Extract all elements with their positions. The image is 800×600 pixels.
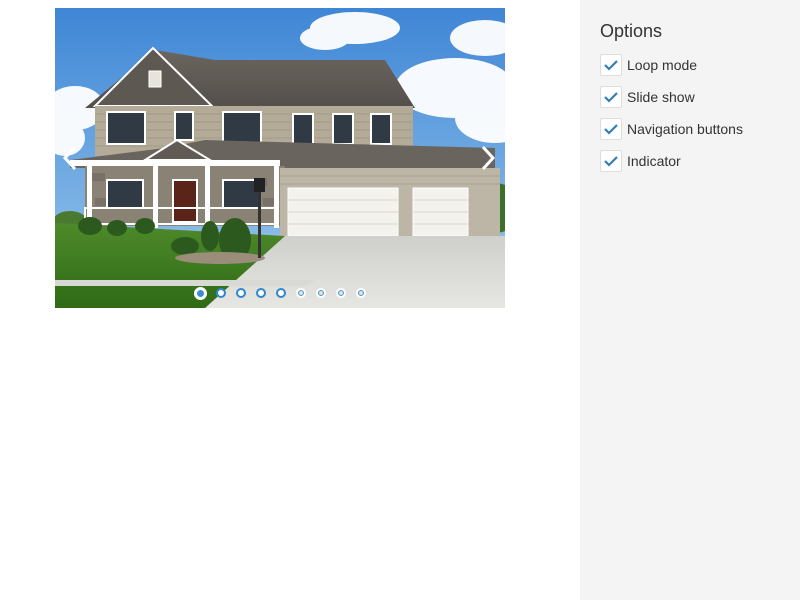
image-gallery[interactable]: [55, 8, 505, 308]
loop-mode-checkbox[interactable]: [600, 54, 622, 76]
next-button[interactable]: [473, 140, 503, 176]
house-photo: [55, 8, 505, 308]
slide-indicator: [194, 286, 376, 300]
option-loop-mode[interactable]: Loop mode: [600, 54, 697, 76]
options-panel: Options Loop mode Slide show Navigation …: [580, 0, 800, 600]
indicator-dot-4[interactable]: [256, 288, 266, 298]
indicator-checkbox[interactable]: [600, 150, 622, 172]
slide-show-checkbox[interactable]: [600, 86, 622, 108]
indicator-dot-2[interactable]: [216, 288, 226, 298]
indicator-dot-7[interactable]: [316, 288, 326, 298]
option-indicator[interactable]: Indicator: [600, 150, 681, 172]
checkmark-icon: [604, 124, 618, 135]
checkmark-icon: [604, 60, 618, 71]
indicator-dot-5[interactable]: [276, 288, 286, 298]
navigation-buttons-checkbox[interactable]: [600, 118, 622, 140]
options-title: Options: [600, 21, 663, 41]
option-navigation-buttons[interactable]: Navigation buttons: [600, 118, 743, 140]
indicator-label: Indicator: [627, 153, 681, 169]
checkmark-icon: [604, 156, 618, 167]
checkmark-icon: [604, 92, 618, 103]
indicator-dot-8[interactable]: [336, 288, 346, 298]
navigation-buttons-label: Navigation buttons: [627, 121, 743, 137]
indicator-dot-6[interactable]: [296, 288, 306, 298]
previous-button[interactable]: [55, 140, 85, 176]
indicator-dot-1[interactable]: [194, 286, 207, 300]
chevron-left-icon: [62, 145, 77, 171]
indicator-dot-9[interactable]: [356, 288, 366, 298]
loop-mode-label: Loop mode: [627, 57, 698, 73]
chevron-right-icon: [481, 145, 496, 171]
slide-show-label: Slide show: [627, 89, 695, 105]
option-slide-show[interactable]: Slide show: [600, 86, 695, 108]
indicator-dot-3[interactable]: [236, 288, 246, 298]
page: Options Loop mode Slide show Navigation …: [0, 0, 800, 600]
